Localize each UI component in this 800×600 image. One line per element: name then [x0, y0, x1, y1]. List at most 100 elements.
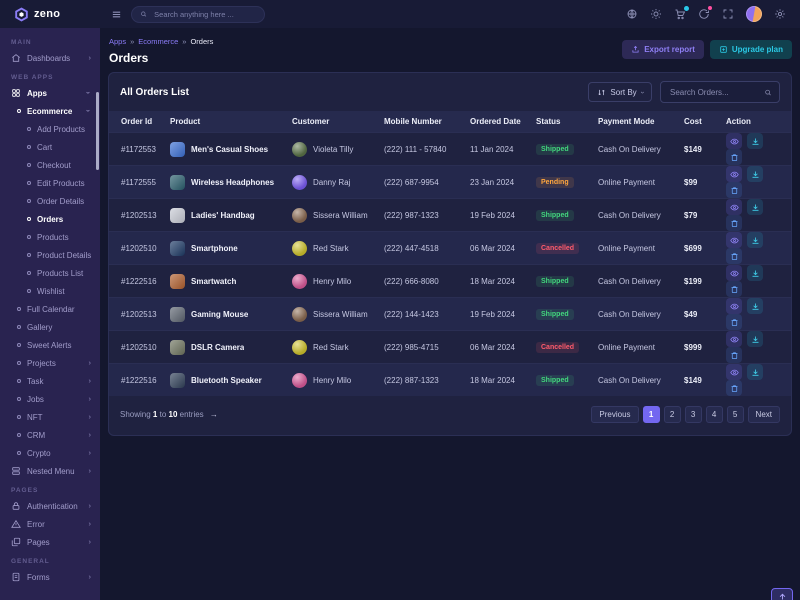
orders-search-input[interactable] — [668, 87, 760, 98]
table-row[interactable]: #1172553 Men's Casual Shoes Violeta Till… — [109, 133, 791, 166]
sidebar-item-pages[interactable]: Pages› — [0, 533, 100, 551]
download-order-button[interactable] — [747, 331, 763, 347]
view-order-button[interactable] — [726, 199, 742, 215]
sidebar-item-sweet-alerts[interactable]: Sweet Alerts — [0, 336, 100, 354]
sidebar-item-gallery[interactable]: Gallery — [0, 318, 100, 336]
breadcrumb-separator: » — [130, 37, 134, 46]
customer-cell: Red Stark — [287, 232, 379, 265]
sidebar-item-forms[interactable]: Forms› — [0, 568, 100, 586]
pagination-page-5[interactable]: 5 — [727, 406, 744, 423]
sidebar-item-edit-products[interactable]: Edit Products — [0, 174, 100, 192]
delete-order-button[interactable] — [726, 215, 742, 231]
sidebar-item-label: Apps — [27, 89, 47, 98]
sidebar-item-nested-menu[interactable]: Nested Menu› — [0, 462, 100, 480]
customer-name: Violeta Tilly — [313, 145, 353, 154]
pagination-page-3[interactable]: 3 — [685, 406, 702, 423]
sort-by-button[interactable]: Sort By › — [588, 82, 652, 102]
date-cell: 06 Mar 2024 — [465, 331, 531, 364]
pagination-previous-button[interactable]: Previous — [591, 406, 638, 423]
table-row[interactable]: #1222516 Smartwatch Henry Milo (222) 666… — [109, 265, 791, 298]
sidebar-item-apps[interactable]: Apps› — [0, 84, 100, 102]
sidebar-item-full-calendar[interactable]: Full Calendar — [0, 300, 100, 318]
action-cell — [721, 232, 791, 265]
breadcrumb-ecommerce[interactable]: Ecommerce — [138, 37, 178, 46]
zeno-logo-icon — [14, 7, 29, 22]
col-order-id: Order Id — [109, 111, 165, 133]
breadcrumb-apps[interactable]: Apps — [109, 37, 126, 46]
fullscreen-icon[interactable] — [722, 8, 734, 20]
view-order-button[interactable] — [726, 298, 742, 314]
table-row[interactable]: #1202513 Gaming Mouse Sissera William (2… — [109, 298, 791, 331]
download-order-button[interactable] — [747, 298, 763, 314]
trash-icon — [730, 153, 739, 162]
sidebar-item-order-details[interactable]: Order Details — [0, 192, 100, 210]
pagination-page-2[interactable]: 2 — [664, 406, 681, 423]
table-row[interactable]: #1172555 Wireless Headphones Danny Raj (… — [109, 166, 791, 199]
global-search-input[interactable] — [152, 9, 256, 20]
table-row[interactable]: #1202510 DSLR Camera Red Stark (222) 985… — [109, 331, 791, 364]
delete-order-button[interactable] — [726, 149, 742, 165]
sidebar-item-label: Gallery — [27, 323, 52, 332]
sidebar-item-error[interactable]: Error› — [0, 515, 100, 533]
delete-order-button[interactable] — [726, 380, 742, 396]
table-row[interactable]: #1202513 Ladies' Handbag Sissera William… — [109, 199, 791, 232]
sidebar-item-product-details[interactable]: Product Details — [0, 246, 100, 264]
table-row[interactable]: #1202510 Smartphone Red Stark (222) 447-… — [109, 232, 791, 265]
sidebar-item-wishlist[interactable]: Wishlist — [0, 282, 100, 300]
brand-logo[interactable]: zeno — [0, 0, 100, 28]
download-order-button[interactable] — [747, 133, 763, 149]
download-order-button[interactable] — [747, 364, 763, 380]
delete-order-button[interactable] — [726, 182, 742, 198]
download-order-button[interactable] — [747, 166, 763, 182]
view-order-button[interactable] — [726, 232, 742, 248]
delete-order-button[interactable] — [726, 314, 742, 330]
download-order-button[interactable] — [747, 232, 763, 248]
sidebar-item-orders[interactable]: Orders — [0, 210, 100, 228]
table-row[interactable]: #1222516 Bluetooth Speaker Henry Milo (2… — [109, 364, 791, 397]
sidebar-item-ecommerce[interactable]: Ecommerce› — [0, 102, 100, 120]
sidebar-item-products[interactable]: Products — [0, 228, 100, 246]
delete-order-button[interactable] — [726, 347, 742, 363]
view-order-button[interactable] — [726, 133, 742, 149]
settings-gear-icon[interactable] — [774, 8, 786, 20]
cart-icon[interactable] — [674, 8, 686, 20]
delete-order-button[interactable] — [726, 248, 742, 264]
language-icon[interactable] — [626, 8, 638, 20]
sidebar-item-crypto[interactable]: Crypto› — [0, 444, 100, 462]
sidebar-item-products-list[interactable]: Products List — [0, 264, 100, 282]
view-order-button[interactable] — [726, 331, 742, 347]
sidebar-item-cart[interactable]: Cart — [0, 138, 100, 156]
global-search[interactable] — [131, 6, 265, 23]
sidebar-item-nft[interactable]: NFT› — [0, 408, 100, 426]
delete-order-button[interactable] — [726, 281, 742, 297]
view-order-button[interactable] — [726, 166, 742, 182]
view-order-button[interactable] — [726, 265, 742, 281]
sidebar-item-crm[interactable]: CRM› — [0, 426, 100, 444]
view-order-button[interactable] — [726, 364, 742, 380]
download-order-button[interactable] — [747, 265, 763, 281]
pagination-page-4[interactable]: 4 — [706, 406, 723, 423]
pagination-next-button[interactable]: Next — [748, 406, 780, 423]
sidebar-scrollbar[interactable] — [96, 92, 99, 170]
sidebar-item-checkout[interactable]: Checkout — [0, 156, 100, 174]
sort-icon — [597, 88, 606, 97]
refresh-icon[interactable] — [698, 8, 710, 20]
pagination-page-1[interactable]: 1 — [643, 406, 660, 423]
sidebar-item-add-products[interactable]: Add Products — [0, 120, 100, 138]
hamburger-menu-icon[interactable] — [111, 9, 122, 20]
orders-search[interactable] — [660, 81, 780, 103]
download-order-button[interactable] — [747, 199, 763, 215]
sidebar-item-jobs[interactable]: Jobs› — [0, 390, 100, 408]
user-avatar[interactable] — [746, 6, 762, 22]
export-report-button[interactable]: Export report — [622, 40, 704, 59]
upgrade-plan-button[interactable]: Upgrade plan — [710, 40, 792, 59]
sidebar-item-dashboards[interactable]: Dashboards› — [0, 49, 100, 67]
col-mobile: Mobile Number — [379, 111, 465, 133]
sidebar-item-authentication[interactable]: Authentication› — [0, 497, 100, 515]
bullet-icon — [27, 217, 31, 221]
theme-toggle-icon[interactable] — [650, 8, 662, 20]
scroll-to-top-button[interactable] — [771, 588, 793, 600]
sidebar-item-projects[interactable]: Projects› — [0, 354, 100, 372]
page-title: Orders — [109, 51, 213, 65]
sidebar-item-task[interactable]: Task› — [0, 372, 100, 390]
